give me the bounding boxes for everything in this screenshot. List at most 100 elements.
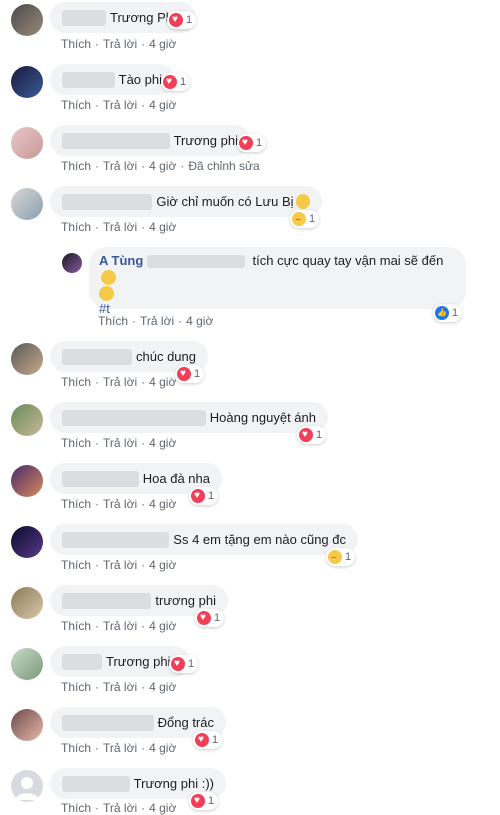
reaction-badge[interactable]: 1 [326, 548, 356, 566]
blurred-name [62, 653, 102, 670]
comment-actions: Thích · Trả lời · 4 giờ [61, 220, 177, 234]
reaction-badge[interactable]: 1 [189, 792, 219, 810]
blurred-name [62, 71, 115, 88]
reaction-count: 1 [188, 658, 195, 670]
comment-text: trương phi [155, 593, 216, 608]
reply-link[interactable]: Trả lời [103, 801, 137, 815]
avatar[interactable] [11, 465, 43, 497]
comment-actions: Thích · Trả lời · 4 giờ [61, 37, 177, 51]
like-link[interactable]: Thích [61, 436, 91, 450]
timestamp[interactable]: 4 giờ [186, 314, 213, 328]
reply-link[interactable]: Trả lời [103, 497, 137, 511]
reaction-badge[interactable]: 1 [297, 426, 327, 444]
reply-link[interactable]: Trả lời [103, 37, 137, 51]
avatar[interactable] [11, 127, 43, 159]
comment-text: chúc dung [136, 349, 196, 364]
avatar[interactable] [11, 587, 43, 619]
blurred-name [62, 714, 154, 731]
reply-link[interactable]: Trả lời [103, 375, 137, 389]
heart-icon [169, 13, 183, 27]
timestamp[interactable]: 4 giờ [149, 98, 176, 112]
reaction-badge[interactable]: 1 [195, 609, 225, 627]
reply-link[interactable]: Trả lời [103, 159, 137, 173]
comment-actions: Thích · Trả lời · 4 giờ [61, 497, 177, 511]
reaction-badge[interactable]: 1 [189, 487, 219, 505]
like-link[interactable]: Thích [61, 680, 91, 694]
avatar[interactable] [11, 343, 43, 375]
reply-link[interactable]: Trả lời [103, 680, 137, 694]
avatar[interactable] [11, 648, 43, 680]
timestamp[interactable]: 4 giờ [149, 375, 176, 389]
avatar[interactable] [11, 4, 43, 36]
timestamp[interactable]: 4 giờ [149, 619, 176, 633]
reaction-badge[interactable]: 1 [169, 655, 199, 673]
heart-icon [191, 794, 205, 808]
comment-text: Hoàng nguyệt ánh [209, 410, 316, 425]
reaction-count: 1 [316, 429, 323, 441]
comment-text: Trương Phi [110, 10, 176, 25]
comment-actions: Thích · Trả lời · 4 giờ [98, 314, 214, 328]
heart-icon [163, 75, 177, 89]
timestamp[interactable]: 4 giờ [149, 436, 176, 450]
comment-actions: Thích · Trả lời · 4 giờ [61, 619, 177, 633]
like-link[interactable]: Thích [61, 159, 91, 173]
like-link[interactable]: Thích [61, 558, 91, 572]
like-link[interactable]: Thích [61, 375, 91, 389]
reaction-badge[interactable]: 1 [193, 731, 223, 749]
edited-link[interactable]: Đã chỉnh sửa [188, 159, 259, 173]
avatar[interactable] [11, 188, 43, 220]
avatar[interactable] [11, 404, 43, 436]
reaction-badge[interactable]: 1 [161, 73, 191, 91]
like-link[interactable]: Thích [61, 220, 91, 234]
reply-link[interactable]: Trả lời [103, 741, 137, 755]
blurred-name [62, 531, 170, 548]
blurred-name [62, 409, 206, 426]
reaction-badge[interactable]: 1 [175, 365, 205, 383]
reaction-count: 1 [256, 137, 263, 149]
comment-text: Trương phi [173, 133, 238, 148]
avatar[interactable] [11, 526, 43, 558]
heart-icon [171, 657, 185, 671]
like-link[interactable]: Thích [61, 497, 91, 511]
avatar[interactable] [11, 770, 43, 802]
reply-link[interactable]: Trả lời [103, 436, 137, 450]
like-link[interactable]: Thích [98, 314, 128, 328]
comment-bubble: Trương phi [50, 125, 250, 156]
timestamp[interactable]: 4 giờ [149, 497, 176, 511]
like-link[interactable]: Thích [61, 37, 91, 51]
blurred-name [62, 132, 170, 149]
avatar[interactable] [11, 66, 43, 98]
comment-actions: Thích · Trả lời · 4 giờ [61, 680, 177, 694]
reply-link[interactable]: Trả lời [103, 98, 137, 112]
comment-text: Giờ chỉ muốn có Lưu Bị [156, 194, 294, 209]
reaction-badge[interactable]: 1 [237, 134, 267, 152]
reply-link[interactable]: Trả lời [103, 619, 137, 633]
comment-text: Trương phi :)) [133, 776, 214, 791]
reaction-count: 1 [180, 76, 187, 88]
reply-text: tích cực quay tay vận mai sẽ đến [252, 253, 444, 268]
reply-link[interactable]: Trả lời [140, 314, 174, 328]
heart-icon [239, 136, 253, 150]
timestamp[interactable]: 4 giờ [149, 801, 176, 815]
commenter-name[interactable]: A Tùng [99, 253, 143, 268]
timestamp[interactable]: 4 giờ [149, 558, 176, 572]
timestamp[interactable]: 4 giờ [149, 680, 176, 694]
like-link[interactable]: Thích [61, 98, 91, 112]
reply-link[interactable]: Trả lời [103, 220, 137, 234]
reaction-badge[interactable]: 1 [167, 11, 197, 29]
timestamp[interactable]: 4 giờ [149, 159, 176, 173]
timestamp[interactable]: 4 giờ [149, 37, 176, 51]
blurred-name [146, 255, 245, 269]
like-link[interactable]: Thích [61, 619, 91, 633]
timestamp[interactable]: 4 giờ [149, 741, 176, 755]
haha-icon [328, 550, 342, 564]
reply-link[interactable]: Trả lời [103, 558, 137, 572]
reaction-badge[interactable]: 1 [433, 304, 463, 322]
reaction-badge[interactable]: 1 [290, 210, 320, 228]
like-link[interactable]: Thích [61, 801, 91, 815]
avatar[interactable] [62, 253, 82, 273]
like-link[interactable]: Thích [61, 741, 91, 755]
reaction-count: 1 [208, 490, 215, 502]
avatar[interactable] [11, 709, 43, 741]
timestamp[interactable]: 4 giờ [149, 220, 176, 234]
